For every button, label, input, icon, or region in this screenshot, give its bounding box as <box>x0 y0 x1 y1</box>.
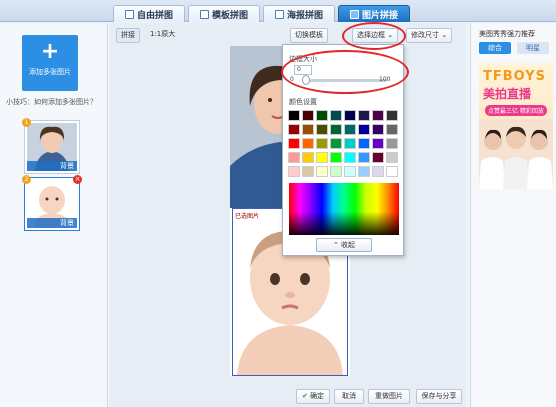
switch-template-button[interactable]: 切换模板 <box>290 28 328 43</box>
color-swatch[interactable] <box>330 124 342 135</box>
color-swatch[interactable] <box>288 152 300 163</box>
color-swatch[interactable] <box>344 124 356 135</box>
promo-tagline: 点赞最三亿 精彩回放 <box>485 105 547 116</box>
thumbnail-order-badge: 2 <box>22 175 31 184</box>
recommend-title: 美图秀秀强力推荐 <box>479 30 535 38</box>
group-photo-icon <box>479 119 553 189</box>
tab-label: 自由拼图 <box>136 10 173 21</box>
color-swatch[interactable] <box>358 110 370 121</box>
color-swatch[interactable] <box>358 166 370 177</box>
recommend-tabs: 综合 明星 <box>479 42 553 54</box>
tab-poster-collage[interactable]: 海报拼图 <box>263 5 335 22</box>
tip-link[interactable]: 小技巧：如何添加多张图片？ <box>6 97 97 107</box>
tab-template-collage[interactable]: 模板拼图 <box>188 5 260 22</box>
color-swatch[interactable] <box>372 110 384 121</box>
tab-label: 海报拼图 <box>286 10 323 21</box>
collapse-label: 收起 <box>341 241 356 249</box>
color-swatch[interactable] <box>372 166 384 177</box>
color-swatch[interactable] <box>302 138 314 149</box>
color-swatch[interactable] <box>330 166 342 177</box>
tab-general[interactable]: 综合 <box>479 42 511 54</box>
workspace-toolbar: 拼接 1:1原大 切换模板 选择边框 ⌄ 修改尺寸 ⌄ <box>114 26 464 46</box>
cancel-button[interactable]: 取消 <box>334 389 364 404</box>
color-swatch[interactable] <box>316 138 328 149</box>
color-swatch[interactable] <box>386 152 398 163</box>
promo-headline: TFBOYS <box>483 69 547 84</box>
poster-collage-icon <box>274 9 284 19</box>
thumbnail-caption: 背景 <box>27 161 77 171</box>
annotation-ring <box>342 22 406 50</box>
resize-label: 修改尺寸 <box>411 31 439 39</box>
chevron-down-icon: ⌄ <box>441 31 448 39</box>
free-collage-icon <box>124 9 134 19</box>
thumbnail-image: 背景 <box>27 123 77 171</box>
thumbnail-caption: 背景 <box>27 218 77 228</box>
right-panel: 美图秀秀强力推荐 综合 明星 TFBOYS 美拍直播 点赞最三亿 精彩回放 <box>470 23 556 407</box>
color-swatch[interactable] <box>330 138 342 149</box>
tab-free-collage[interactable]: 自由拼图 <box>113 5 185 22</box>
color-swatch[interactable] <box>386 124 398 135</box>
color-swatch[interactable] <box>302 110 314 121</box>
color-swatch[interactable] <box>386 138 398 149</box>
color-swatch[interactable] <box>330 110 342 121</box>
plus-icon: + <box>40 39 60 64</box>
color-swatch[interactable] <box>344 152 356 163</box>
color-swatch[interactable] <box>302 152 314 163</box>
tab-label: 图片拼接 <box>361 10 398 21</box>
color-swatch[interactable] <box>358 138 370 149</box>
color-swatch[interactable] <box>316 166 328 177</box>
color-swatch[interactable] <box>372 138 384 149</box>
tab-image-stitch[interactable]: 图片拼接 <box>338 5 410 22</box>
color-swatch-grid <box>288 110 400 177</box>
color-swatch[interactable] <box>288 166 300 177</box>
stitch-mode-button[interactable]: 拼接 <box>116 28 140 43</box>
color-swatch[interactable] <box>302 166 314 177</box>
image-stitch-icon <box>349 9 359 19</box>
left-panel: + 添加多张图片 小技巧：如何添加多张图片？ 背景 1 背景 2 × <box>0 23 108 407</box>
thumbnail-2[interactable]: 背景 2 × <box>22 175 82 231</box>
tab-label: 模板拼图 <box>211 10 248 21</box>
color-swatch[interactable] <box>344 110 356 121</box>
color-swatch[interactable] <box>358 124 370 135</box>
collapse-up-icon: ⌃ <box>332 241 339 249</box>
thumbnail-order-badge: 1 <box>22 118 31 127</box>
annotation-ring <box>281 50 409 94</box>
main-tab-bar: 自由拼图 模板拼图 海报拼图 图片拼接 <box>0 0 556 22</box>
color-swatch[interactable] <box>316 152 328 163</box>
color-swatch[interactable] <box>386 110 398 121</box>
check-icon: ✔ <box>301 392 308 400</box>
color-swatch[interactable] <box>386 166 398 177</box>
color-swatch[interactable] <box>344 138 356 149</box>
color-swatch[interactable] <box>372 152 384 163</box>
color-settings-label: 颜色设置 <box>289 98 317 106</box>
confirm-button[interactable]: ✔ 确定 <box>296 389 330 404</box>
delete-icon[interactable]: × <box>73 175 82 184</box>
color-spectrum-picker[interactable] <box>289 183 399 235</box>
photo-selected-badge: 已选图片 <box>235 213 260 220</box>
confirm-label: 确定 <box>310 392 325 400</box>
reset-image-button[interactable]: 重做图片 <box>368 389 410 404</box>
color-swatch[interactable] <box>330 152 342 163</box>
collapse-button[interactable]: ⌃ 收起 <box>316 238 372 252</box>
color-swatch[interactable] <box>288 110 300 121</box>
color-swatch[interactable] <box>302 124 314 135</box>
color-swatch[interactable] <box>344 166 356 177</box>
thumbnail-image: 背景 <box>27 180 77 228</box>
save-share-button[interactable]: 保存与分享 <box>416 389 462 404</box>
template-collage-icon <box>199 9 209 19</box>
add-images-label: 添加多张图片 <box>29 68 71 76</box>
original-size-button[interactable]: 1:1原大 <box>146 28 179 43</box>
color-swatch[interactable] <box>316 110 328 121</box>
thumbnail-1[interactable]: 背景 1 <box>22 118 80 174</box>
color-swatch[interactable] <box>288 124 300 135</box>
color-swatch[interactable] <box>316 124 328 135</box>
tab-celebrity[interactable]: 明星 <box>517 42 549 54</box>
promo-banner[interactable]: TFBOYS 美拍直播 点赞最三亿 精彩回放 <box>479 63 553 189</box>
color-swatch[interactable] <box>358 152 370 163</box>
resize-button[interactable]: 修改尺寸 ⌄ <box>406 28 453 43</box>
color-swatch[interactable] <box>288 138 300 149</box>
add-images-button[interactable]: + 添加多张图片 <box>22 35 78 91</box>
color-swatch[interactable] <box>372 124 384 135</box>
promo-subheadline: 美拍直播 <box>483 87 532 101</box>
